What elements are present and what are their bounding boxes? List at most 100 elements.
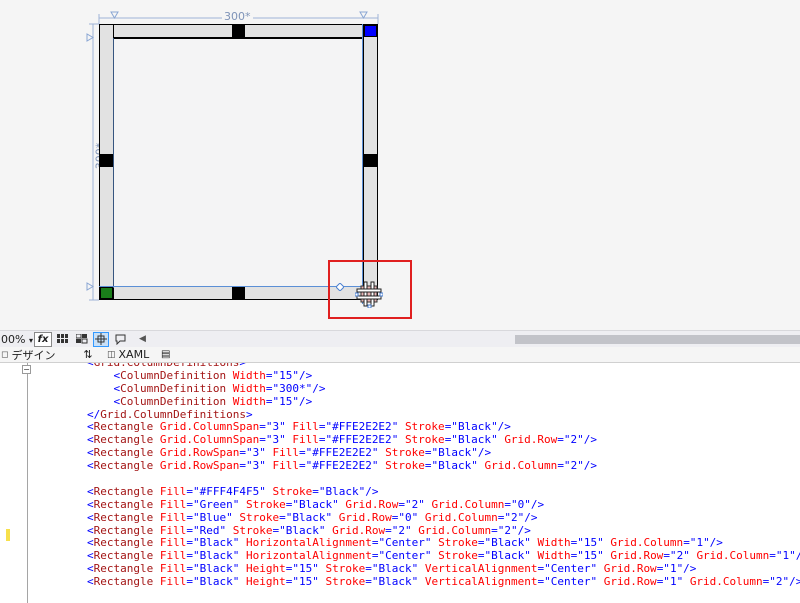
tab-design-label: デザイン	[11, 348, 56, 362]
right-center-black-rectangle[interactable]	[364, 154, 377, 167]
code-token: Rectangle	[93, 575, 154, 589]
code-token: 2	[775, 575, 783, 589]
code-token: 2	[398, 523, 405, 537]
selection-guide-inner	[113, 38, 114, 288]
code-token: Rectangle	[93, 536, 154, 550]
bottom-center-black-rectangle[interactable]	[232, 287, 245, 300]
collapse-icon[interactable]: −	[22, 365, 31, 374]
code-token: <	[87, 446, 94, 460]
code-token: "	[524, 549, 531, 563]
code-token: "/>	[358, 484, 379, 498]
code-token: Fill	[159, 536, 187, 550]
snap-to-grid-button[interactable]	[74, 332, 90, 347]
code-token: "	[279, 420, 286, 434]
annotation-icon	[115, 334, 125, 345]
code-token: Black	[378, 575, 412, 589]
code-token: Black	[199, 562, 233, 576]
code-token: Center	[385, 549, 425, 563]
xaml-view-icon: ◫	[107, 349, 116, 360]
code-text[interactable]: < Grid.ColumnDefinitions> < ColumnDefiniti…	[87, 363, 800, 589]
blue-rectangle[interactable]	[364, 25, 377, 37]
top-center-black-rectangle[interactable]	[232, 24, 245, 37]
code-token: Rectangle	[93, 562, 154, 576]
code-token: Grid.ColumnSpan	[159, 420, 260, 434]
code-token: Grid.Column	[418, 523, 492, 537]
snap-to-snaplines-button[interactable]	[93, 331, 109, 347]
code-token: <	[87, 510, 94, 524]
code-token: "/>	[782, 575, 800, 589]
code-token: Center	[550, 575, 591, 589]
code-token: Grid.Column	[610, 536, 684, 550]
code-token: HorizontalAlignment	[245, 536, 372, 550]
code-token: <	[87, 575, 94, 589]
center-rectangle[interactable]	[113, 38, 364, 287]
code-line[interactable]: <Rectangle Fill="Black" Height="15" Stro…	[87, 575, 800, 589]
xaml-editor[interactable]: − < Grid.ColumnDefinitions> < ColumnDefini…	[0, 363, 800, 603]
code-token: ="	[265, 394, 280, 408]
code-token: Rectangle	[93, 484, 154, 498]
code-token: "/>	[292, 394, 313, 408]
code-line[interactable]: <Rectangle Grid.RowSpan="3" Fill="#FFE2E…	[87, 459, 800, 473]
collapse-pane-button[interactable]: ▤	[158, 347, 173, 363]
code-token: #FFF4F4F5	[199, 484, 260, 498]
pane-icon: ▤	[161, 349, 171, 360]
code-token: ="	[424, 446, 439, 460]
code-token: ="	[186, 562, 200, 576]
grid-toggle-button[interactable]	[55, 332, 71, 347]
left-center-black-rectangle[interactable]	[100, 154, 113, 167]
tab-design[interactable]: ◻ デザイン	[0, 347, 72, 363]
tab-xaml[interactable]: ◫ XAML	[104, 347, 158, 363]
code-token: Black	[438, 459, 472, 473]
code-token: "	[683, 549, 690, 563]
code-token: #FFE2E2E2	[312, 446, 372, 460]
code-token: Black	[199, 575, 233, 589]
scroll-left-icon[interactable]: ◀	[139, 334, 146, 344]
code-token: ColumnDefinition	[120, 381, 227, 395]
code-token: Grid.ColumnDefinitions	[100, 407, 246, 421]
code-token: Grid.Column	[696, 549, 770, 563]
code-token: ="	[371, 536, 386, 550]
code-token: ColumnDefinition	[120, 368, 227, 382]
code-token: Black	[457, 420, 492, 434]
code-token: #FFE2E2E2	[332, 420, 392, 434]
annotations-button[interactable]	[112, 332, 128, 347]
code-token: 0	[404, 510, 412, 524]
code-token: Grid.Row	[504, 433, 558, 447]
code-token: Stroke	[245, 497, 286, 511]
code-token: "/>	[517, 510, 538, 524]
effects-toggle-button[interactable]: fx	[34, 331, 52, 347]
code-token: ="	[312, 484, 326, 498]
swap-panes-button[interactable]: ⇅	[72, 347, 104, 363]
code-token: Center	[385, 536, 425, 550]
code-token: ="	[259, 420, 273, 434]
code-token: "/>	[577, 459, 598, 473]
code-token: ="	[557, 459, 571, 473]
code-token: ="	[239, 459, 253, 473]
code-token: "/>	[524, 497, 545, 511]
code-token: ="	[186, 510, 200, 524]
code-token: Stroke	[385, 446, 425, 460]
zoom-dropdown[interactable]: 00% ▾	[0, 333, 34, 346]
code-token: Fill	[159, 562, 187, 576]
code-token: Rectangle	[93, 549, 154, 563]
code-token: ="	[186, 536, 200, 550]
code-token: Stroke	[404, 420, 445, 434]
horizontal-scrollbar[interactable]	[515, 335, 800, 344]
design-surface[interactable]: 300* 300*	[0, 0, 800, 330]
green-rectangle[interactable]	[100, 287, 113, 299]
code-token: Rectangle	[93, 523, 154, 537]
code-token: Fill	[159, 510, 187, 524]
